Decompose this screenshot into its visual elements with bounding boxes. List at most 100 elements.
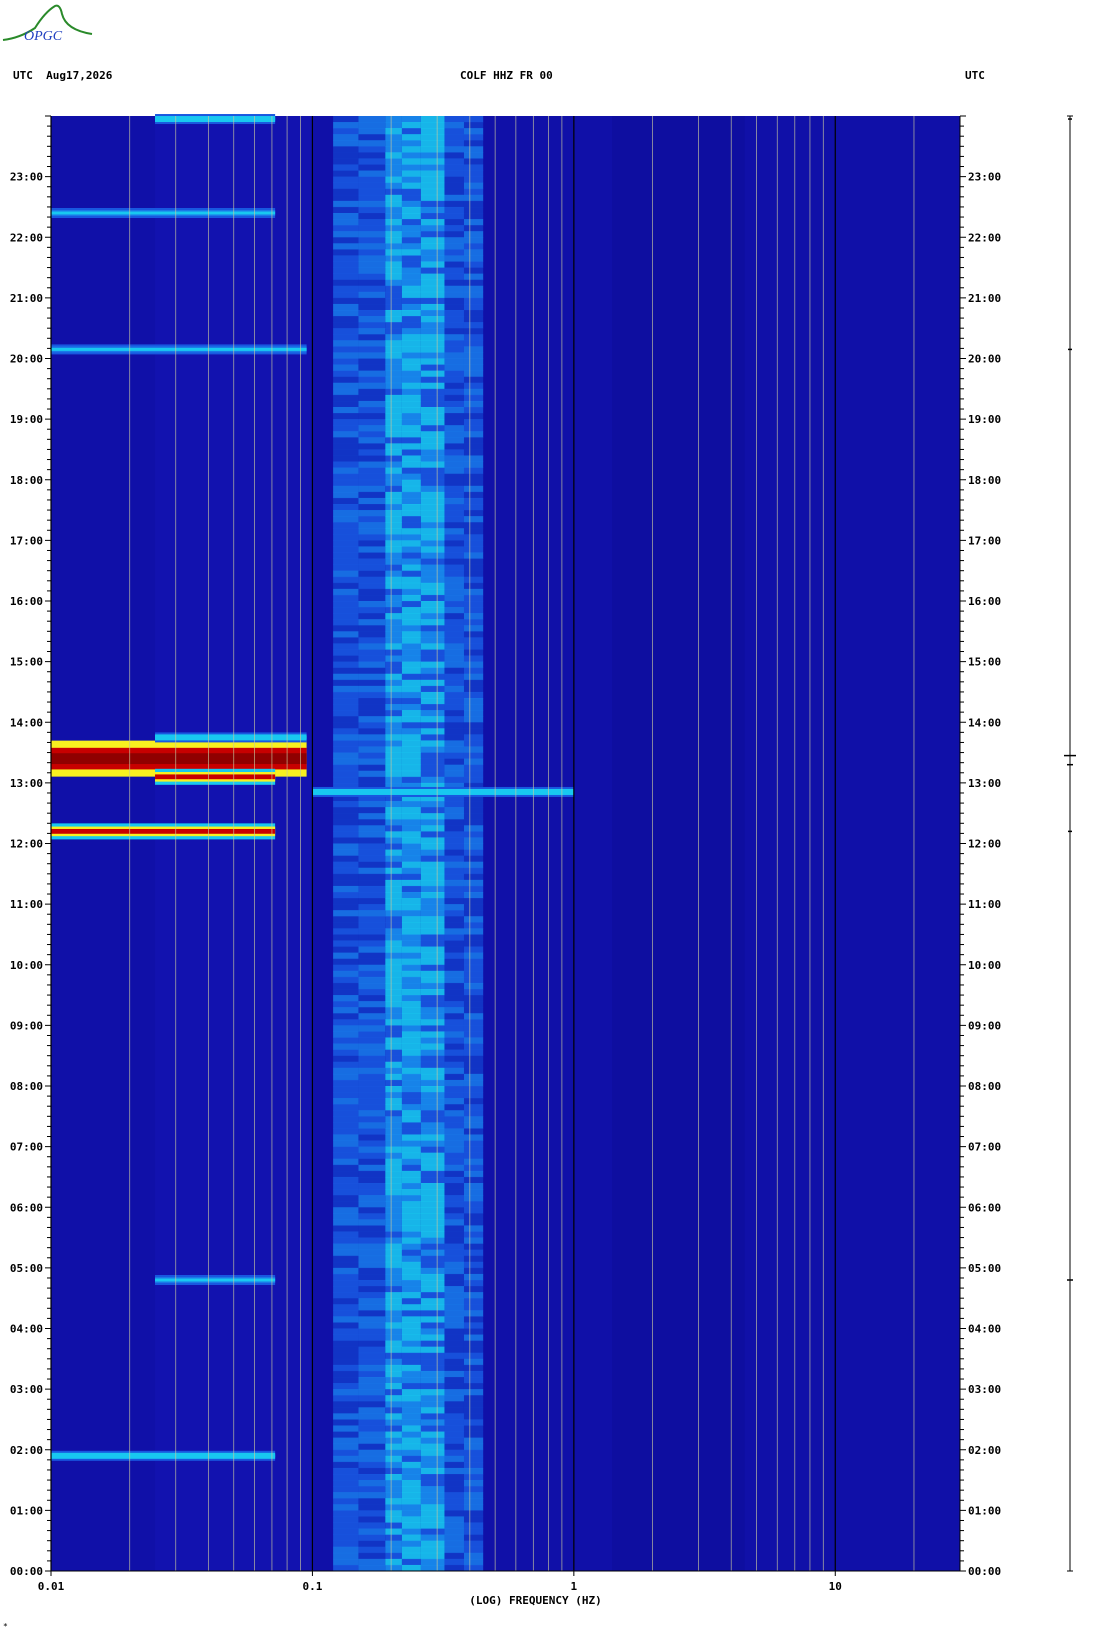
- heatmap-cell: [444, 1540, 464, 1548]
- heatmap-cell: [385, 928, 402, 935]
- heatmap-cell: [444, 691, 464, 699]
- heatmap-cell: [385, 1261, 402, 1269]
- heatmap-cell: [444, 1340, 464, 1348]
- heatmap-cell: [420, 1213, 445, 1220]
- heatmap-cell: [358, 231, 386, 238]
- heatmap-cell: [420, 873, 445, 881]
- heatmap-cell: [385, 206, 402, 214]
- heatmap-cell: [385, 649, 402, 656]
- heatmap-cell: [333, 1480, 359, 1487]
- heatmap-cell: [420, 510, 445, 517]
- heatmap-cell: [333, 1316, 359, 1323]
- heatmap-cell: [444, 1498, 464, 1505]
- heatmap-cell: [401, 722, 421, 729]
- heatmap-cell: [463, 431, 484, 438]
- heatmap-cell: [401, 388, 421, 396]
- heatmap-cell: [333, 1340, 359, 1348]
- heatmap-cell: [463, 134, 484, 141]
- heatmap-cell: [444, 1389, 464, 1396]
- heatmap-cell: [444, 1352, 464, 1360]
- heatmap-cell: [444, 1207, 464, 1214]
- heatmap-cell: [358, 564, 386, 572]
- heatmap-cell: [463, 813, 484, 820]
- heatmap-cell: [358, 473, 386, 481]
- heatmap-cell: [463, 655, 484, 663]
- heatmap-cell: [401, 952, 421, 960]
- heatmap-cell: [420, 1073, 445, 1081]
- heatmap-cell: [385, 1225, 402, 1232]
- heatmap-cell: [333, 358, 359, 365]
- heatmap-cell: [463, 1037, 484, 1044]
- heatmap-cell: [333, 861, 359, 869]
- heatmap-cell: [420, 1128, 445, 1135]
- heatmap-cell: [333, 1292, 359, 1299]
- heatmap-cell: [401, 801, 421, 808]
- heatmap-cell: [463, 940, 484, 947]
- heatmap-cell: [333, 1474, 359, 1481]
- heatmap-cell: [358, 1401, 386, 1408]
- heatmap-cell: [420, 370, 445, 378]
- heatmap-cell: [420, 316, 445, 323]
- y-tick-label-left: 14:00: [10, 716, 43, 729]
- heatmap-cell: [401, 685, 421, 693]
- heatmap-cell: [358, 1031, 386, 1038]
- heatmap-cell: [444, 698, 464, 705]
- heatmap-cell: [420, 819, 445, 826]
- heatmap-cell: [463, 1055, 484, 1063]
- heatmap-cell: [420, 116, 445, 123]
- heatmap-cell: [358, 431, 386, 438]
- heatmap-cell: [333, 479, 359, 487]
- heatmap-cell: [444, 807, 464, 814]
- heatmap-cell: [358, 1213, 386, 1220]
- heatmap-cell: [463, 910, 484, 917]
- heatmap-cell: [444, 231, 464, 238]
- heatmap-cell: [401, 158, 421, 165]
- heatmap-cell: [401, 1280, 421, 1287]
- heatmap-cell: [420, 485, 445, 493]
- heatmap-cell: [358, 594, 386, 602]
- heatmap-cell: [358, 303, 386, 311]
- heatmap-cell: [420, 407, 445, 414]
- heatmap-cell: [385, 1552, 402, 1560]
- heatmap-cell: [385, 1140, 402, 1148]
- heatmap-cell: [444, 1298, 464, 1305]
- heatmap-cell: [420, 1304, 445, 1311]
- heatmap-cell: [401, 1437, 421, 1445]
- heatmap-cell: [358, 146, 386, 153]
- heatmap-cell: [401, 310, 421, 317]
- event-band-core: [312, 790, 574, 794]
- heatmap-cell: [385, 564, 402, 572]
- heatmap-cell: [358, 1292, 386, 1299]
- heatmap-cell: [358, 455, 386, 462]
- heatmap-cell: [463, 285, 484, 293]
- heatmap-cell: [385, 1298, 402, 1305]
- heatmap-cell: [401, 643, 421, 650]
- heatmap-cell: [401, 491, 421, 499]
- heatmap-cell: [358, 1104, 386, 1111]
- heatmap-cell: [420, 970, 445, 978]
- heatmap-cell: [358, 940, 386, 947]
- heatmap-cell: [333, 1128, 359, 1135]
- heatmap-cell: [385, 1474, 402, 1481]
- heatmap-cell: [333, 667, 359, 675]
- heatmap-cell: [444, 1055, 464, 1063]
- heatmap-cell: [463, 570, 484, 578]
- heatmap-cell: [385, 382, 402, 390]
- heatmap-cell: [401, 825, 421, 832]
- heatmap-cell: [333, 1079, 359, 1087]
- heatmap-cell: [333, 801, 359, 808]
- heatmap-cell: [444, 303, 464, 311]
- heatmap-cell: [333, 1037, 359, 1044]
- heatmap-cell: [463, 1534, 484, 1542]
- heatmap-cell: [444, 194, 464, 202]
- heatmap-cell: [420, 1328, 445, 1335]
- heatmap-cell: [401, 619, 421, 626]
- heatmap-cell: [420, 1170, 445, 1178]
- heatmap-cell: [463, 1431, 484, 1439]
- heatmap-cell: [385, 691, 402, 699]
- heatmap-cell: [401, 1474, 421, 1481]
- heatmap-cell: [420, 455, 445, 462]
- heatmap-cell: [358, 989, 386, 996]
- heatmap-cell: [385, 958, 402, 966]
- heatmap-cell: [358, 140, 386, 147]
